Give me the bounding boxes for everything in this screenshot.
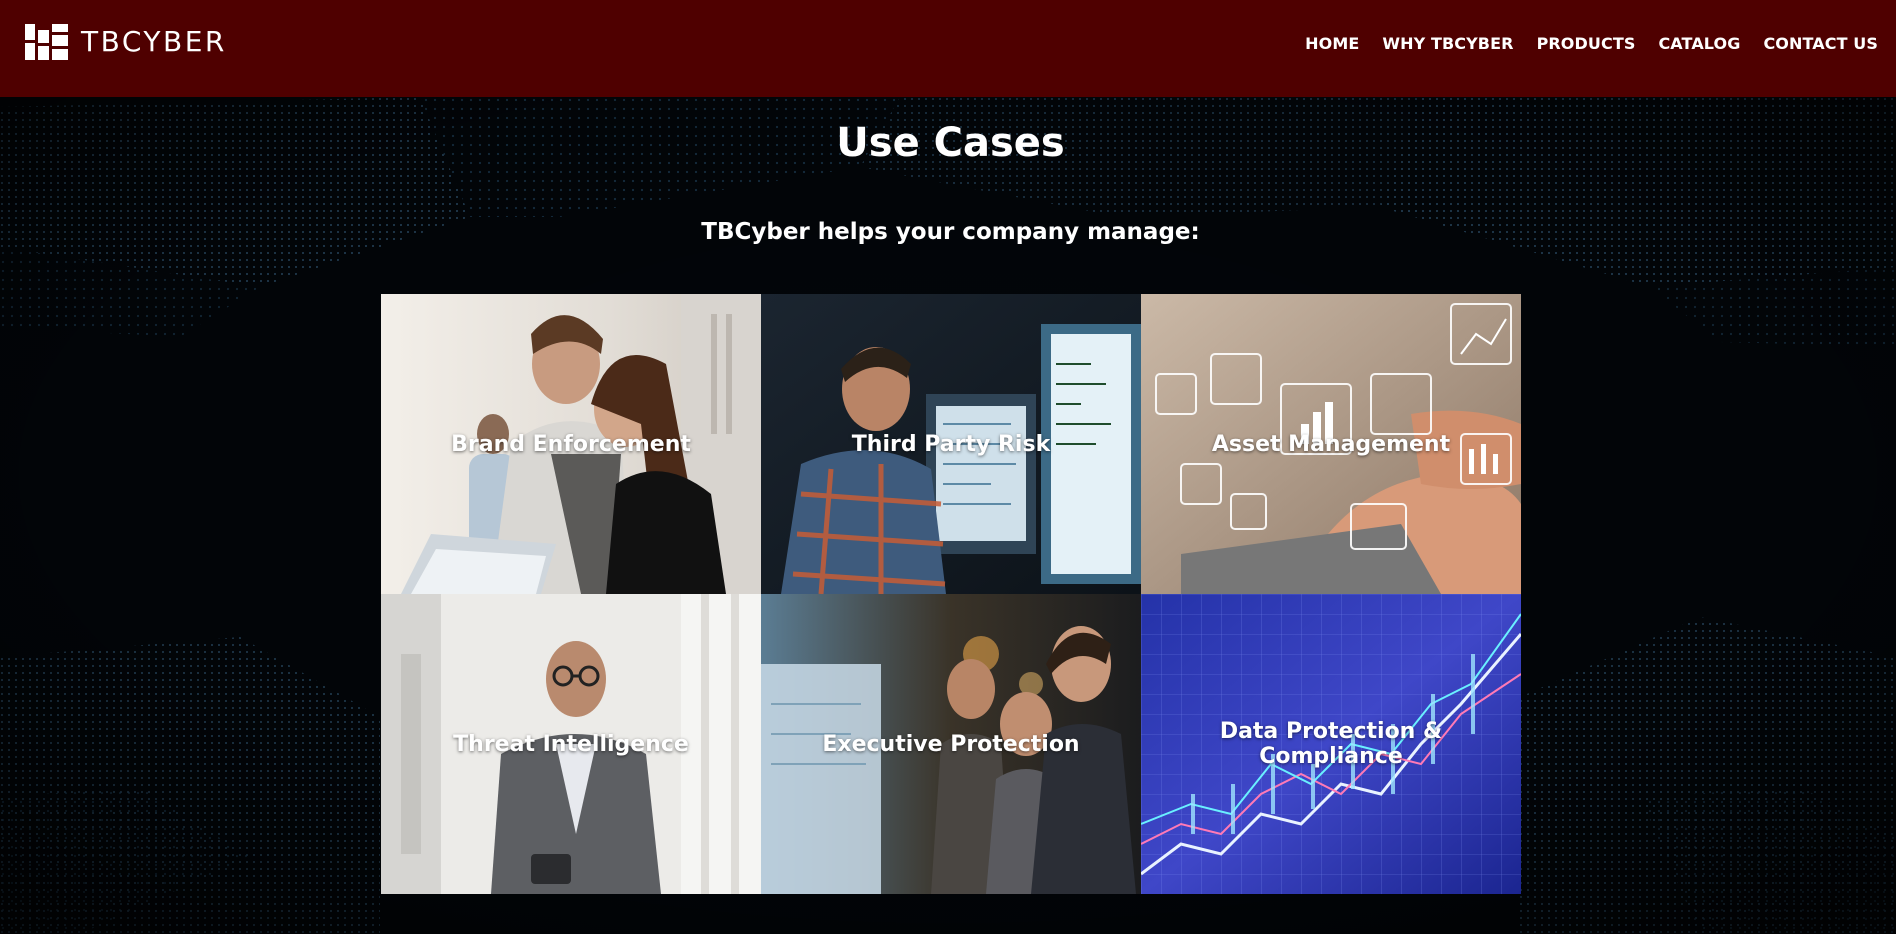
- card-label: Asset Management: [1211, 431, 1451, 457]
- nav-why-tbcyber[interactable]: WHY TBCYBER: [1382, 34, 1513, 53]
- card-label: Third Party Risk: [851, 431, 1051, 457]
- use-case-card-third-party-risk[interactable]: Third Party Risk: [761, 294, 1141, 594]
- use-case-card-brand-enforcement[interactable]: Brand Enforcement: [381, 294, 761, 594]
- brand-name: TBCYBER: [81, 24, 227, 58]
- card-label: Data Protection & Compliance: [1219, 719, 1443, 769]
- use-case-card-executive-protection[interactable]: Executive Protection: [761, 594, 1141, 894]
- card-label: Brand Enforcement: [451, 431, 691, 457]
- nav-products[interactable]: PRODUCTS: [1537, 34, 1636, 53]
- main-nav: HOME WHY TBCYBER PRODUCTS CATALOG CONTAC…: [1305, 34, 1878, 53]
- nav-catalog[interactable]: CATALOG: [1658, 34, 1740, 53]
- nav-contact-us[interactable]: CONTACT US: [1763, 34, 1878, 53]
- use-case-card-data-protection-compliance[interactable]: Data Protection & Compliance: [1141, 594, 1521, 894]
- page-subtitle: TBCyber helps your company manage:: [701, 219, 1200, 245]
- logo-mark-icon: [25, 23, 68, 60]
- card-label: Threat Intelligence: [453, 731, 689, 757]
- site-header: TBCYBER HOME WHY TBCYBER PRODUCTS CATALO…: [0, 0, 1896, 97]
- nav-home[interactable]: HOME: [1305, 34, 1359, 53]
- card-label: Executive Protection: [822, 731, 1080, 757]
- page-title: Use Cases: [836, 120, 1065, 166]
- use-case-card-threat-intelligence[interactable]: Threat Intelligence: [381, 594, 761, 894]
- use-case-card-asset-management[interactable]: Asset Management: [1141, 294, 1521, 594]
- logo[interactable]: TBCYBER: [25, 23, 227, 60]
- use-case-grid: Brand Enforcement Third Party Risk Asset…: [381, 294, 1521, 894]
